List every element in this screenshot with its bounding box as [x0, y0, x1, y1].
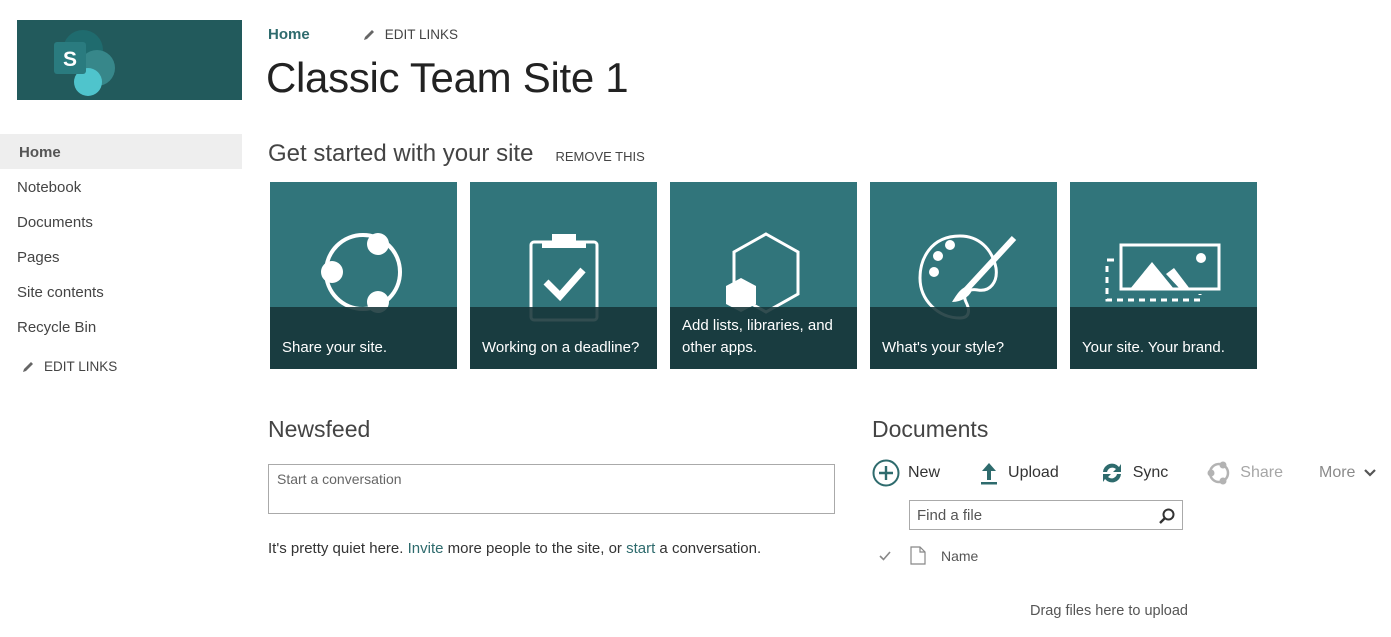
tile-label: Share your site.: [282, 339, 388, 356]
chevron-down-icon: [1364, 469, 1377, 477]
upload-button[interactable]: Upload: [978, 458, 1059, 488]
edit-links-label: EDIT LINKS: [384, 27, 458, 42]
plus-circle-icon: [872, 459, 900, 487]
sync-button[interactable]: Sync: [1099, 458, 1169, 488]
tile-label: What's your style?: [882, 339, 1005, 356]
sidebar-item-home[interactable]: Home: [0, 134, 242, 169]
message-suffix: a conversation.: [655, 540, 762, 557]
drag-files-message: Drag files here to upload: [1030, 603, 1188, 619]
invite-link[interactable]: Invite: [408, 540, 444, 557]
start-conversation-input[interactable]: [268, 464, 835, 514]
sidebar-item-documents[interactable]: Documents: [0, 204, 242, 239]
site-logo[interactable]: S: [17, 20, 242, 100]
message-middle: more people to the site, or: [443, 540, 627, 557]
find-file-search: [909, 500, 1183, 530]
column-name-header[interactable]: Name: [941, 548, 978, 564]
quick-launch-nav: Home Notebook Documents Pages Site conte…: [0, 134, 242, 374]
get-started-header: Get started with your site REMOVE THIS: [268, 140, 645, 168]
top-nav-home-link[interactable]: Home: [268, 26, 310, 43]
tile-label: Working on a deadline?: [482, 339, 640, 356]
tile-deadline[interactable]: Working on a deadline?: [470, 182, 657, 369]
tile-style[interactable]: What's your style?: [870, 182, 1057, 369]
select-all-check-icon[interactable]: [878, 549, 892, 563]
sidebar-item-recycle-bin[interactable]: Recycle Bin: [0, 309, 242, 344]
tile-label: Add lists, libraries, and other apps.: [682, 317, 833, 356]
share-icon: [1207, 461, 1230, 485]
find-file-input[interactable]: [910, 506, 1150, 524]
sidebar-item-site-contents[interactable]: Site contents: [0, 274, 242, 309]
upload-arrow-icon: [981, 463, 998, 485]
share-button[interactable]: Share: [1206, 458, 1283, 488]
new-label: New: [908, 464, 941, 481]
tile-brand[interactable]: Your site. Your brand.: [1070, 182, 1257, 369]
remove-this-button[interactable]: REMOVE THIS: [555, 149, 644, 164]
documents-toolbar: New Upload Sync Share More: [872, 458, 1377, 488]
sidebar-item-pages[interactable]: Pages: [0, 239, 242, 274]
more-label: More: [1319, 464, 1356, 481]
sidebar-edit-links-button[interactable]: EDIT LINKS: [0, 359, 242, 374]
top-nav: Home EDIT LINKS: [268, 26, 458, 43]
file-type-icon: [910, 546, 926, 565]
newsfeed-empty-message: It's pretty quiet here. Invite more peop…: [268, 540, 761, 557]
message-prefix: It's pretty quiet here.: [268, 540, 408, 557]
top-edit-links-button[interactable]: EDIT LINKS: [362, 27, 458, 42]
page-title: Classic Team Site 1: [266, 54, 629, 101]
sharepoint-logo-icon: S: [54, 30, 115, 96]
sync-label: Sync: [1132, 464, 1169, 481]
sync-icon: [1102, 463, 1121, 483]
new-button[interactable]: New: [872, 458, 940, 488]
svg-text:S: S: [63, 48, 77, 71]
start-conversation-link[interactable]: start: [626, 540, 655, 557]
get-started-title: Get started with your site: [268, 140, 534, 167]
edit-links-label: EDIT LINKS: [44, 359, 118, 374]
upload-label: Upload: [1008, 464, 1059, 481]
more-dropdown[interactable]: More: [1319, 458, 1377, 488]
pencil-icon: [23, 361, 33, 372]
tile-label: Your site. Your brand.: [1082, 339, 1225, 356]
tile-add-apps[interactable]: Add lists, libraries, and other apps.: [670, 182, 857, 369]
newsfeed-title: Newsfeed: [268, 416, 371, 442]
pencil-icon: [363, 29, 374, 40]
tile-share-site[interactable]: Share your site.: [270, 182, 457, 369]
share-label: Share: [1240, 464, 1283, 481]
sidebar-item-notebook[interactable]: Notebook: [0, 169, 242, 204]
search-icon[interactable]: [1158, 507, 1176, 525]
documents-title: Documents: [872, 416, 989, 442]
documents-list-header: Name: [878, 546, 978, 565]
get-started-tiles: Share your site. Working on a deadline? …: [270, 182, 1257, 369]
